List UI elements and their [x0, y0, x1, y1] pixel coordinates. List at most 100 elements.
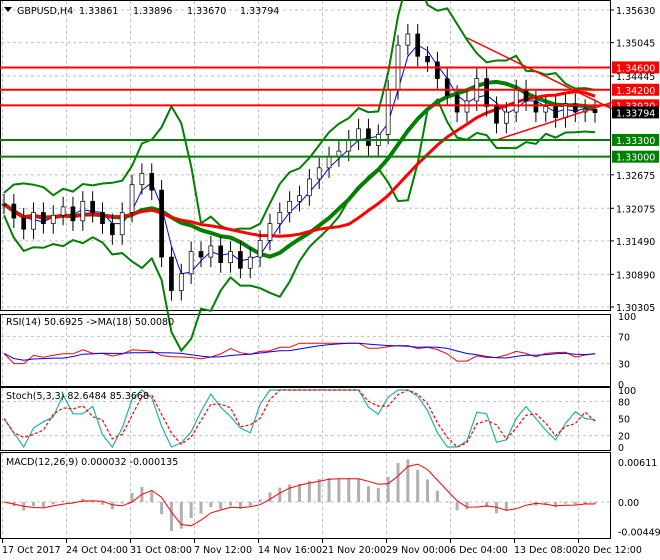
rsi-ma-line	[3, 342, 596, 361]
macd-histogram-bar	[110, 502, 114, 510]
candle-body	[218, 245, 224, 264]
level-price-label: 1.33300	[616, 136, 655, 147]
symbol-label: GBPUSD,H4	[17, 6, 73, 17]
stoch-tick-label: 80	[618, 397, 630, 408]
x-tick-label: 14 Nov 16:00	[258, 545, 322, 556]
macd-histogram-bar	[219, 502, 223, 510]
chart-window: 17 Oct 2017 24 Oct 04:00 31 Oct 08:00 7 Nov…	[0, 0, 660, 560]
macd-histogram-bar	[150, 491, 154, 502]
rsi-label: RSI(14) 50.6925 ->MA(18) 50.0080	[6, 317, 174, 328]
price-axis: 17 Oct 2017 24 Oct 04:00 31 Oct 08:00 7 Nov…	[0, 6, 660, 556]
macd-histogram-bar	[366, 486, 370, 502]
candle-body	[70, 206, 76, 222]
candle-body	[543, 106, 549, 113]
candle-body	[454, 94, 460, 113]
candle-body	[326, 156, 332, 169]
candle-body	[139, 173, 145, 185]
x-tick-label: 24 Oct 04:00	[66, 545, 128, 556]
candle-body	[159, 189, 164, 258]
macd-histogram-bar	[51, 502, 55, 505]
macd-histogram-bar	[209, 502, 213, 508]
candle-body	[228, 251, 233, 264]
macd-label: MACD(12,26,9) 0.000032 -0.000135	[6, 457, 178, 468]
macd-histogram-bar	[189, 502, 193, 518]
macd-histogram-bar	[101, 502, 104, 505]
candle-body	[316, 167, 322, 180]
stoch-label: Stoch(5,3,3) 82.6484 85.3668	[6, 391, 149, 402]
macd-histogram-bar	[268, 492, 272, 502]
y-tick-label: 1.30890	[616, 270, 655, 281]
y-tick-label: 1.35630	[616, 6, 655, 17]
macd-tick-label: 0.00611	[618, 458, 657, 469]
candle-body	[464, 100, 470, 113]
ohlc-open: 1.33861	[79, 6, 118, 17]
macd-histogram-bar	[573, 502, 577, 505]
candle-body	[346, 139, 352, 152]
candle-body	[169, 256, 174, 291]
macd-histogram-bar	[465, 502, 469, 510]
candle-body	[425, 55, 430, 63]
stoch-tick-label: 100	[618, 386, 636, 397]
candle-body	[494, 106, 499, 124]
candle-body	[484, 78, 489, 107]
candle-body	[523, 89, 529, 102]
y-tick-label: 1.32075	[616, 204, 655, 215]
candle-body	[277, 212, 283, 224]
candle-body	[178, 273, 184, 291]
macd-histogram-bar	[435, 490, 439, 502]
macd-histogram-bar	[396, 463, 400, 502]
stoch-tick-label: 0	[618, 443, 624, 454]
candle-body	[31, 212, 36, 230]
y-tick-label: 1.32675	[616, 171, 655, 182]
candle-body	[592, 108, 598, 113]
macd-histogram-bar	[288, 484, 292, 502]
candle-body	[198, 251, 204, 258]
x-tick-label: 31 Oct 08:00	[130, 545, 192, 556]
candle-body	[366, 128, 371, 146]
candle-body	[80, 200, 86, 222]
candle-body	[504, 111, 509, 124]
macd-histogram-bar	[563, 502, 567, 504]
dropdown-triangle-icon[interactable]	[4, 7, 12, 12]
candle-body	[247, 256, 253, 269]
x-tick-label: 6 Dec 04:00	[450, 545, 508, 556]
macd-histogram-bar	[229, 502, 233, 506]
rsi-tick-label: 70	[618, 332, 630, 343]
macd-histogram-bar	[554, 502, 558, 508]
candle-body	[307, 178, 312, 197]
level-price-label: 1.34600	[616, 63, 655, 74]
macd-histogram-bar	[298, 483, 301, 502]
macd-histogram-bar	[337, 479, 341, 502]
candle-body	[267, 223, 273, 241]
candle-body	[297, 195, 302, 202]
macd-histogram-bar	[445, 501, 449, 502]
rsi-line	[3, 342, 596, 365]
ohlc-high: 1.33896	[133, 6, 172, 17]
x-tick-label: 29 Nov 00:00	[386, 545, 450, 556]
x-tick-label: 7 Nov 12:00	[194, 545, 252, 556]
level-price-label: 1.34200	[616, 86, 655, 97]
ohlc-low: 1.33670	[187, 6, 226, 17]
ohlc-close: 1.33794	[240, 6, 279, 17]
candle-body	[100, 212, 105, 224]
candle-body	[109, 223, 115, 236]
macd-histogram-bar	[583, 502, 587, 504]
macd-histogram-bar	[347, 478, 351, 502]
macd-histogram-bar	[426, 479, 430, 502]
stoch-tick-label: 50	[618, 415, 630, 426]
macd-histogram-bar	[41, 502, 45, 508]
candle-body	[513, 89, 519, 113]
candle-body	[444, 78, 450, 96]
macd-histogram-bar	[376, 487, 380, 502]
candle-body	[41, 212, 46, 224]
pane-border	[0, 0, 611, 311]
rsi-tick-label: 100	[618, 312, 636, 323]
macd-histogram-bar	[357, 478, 361, 502]
chart-canvas[interactable]: 17 Oct 2017 24 Oct 04:00 31 Oct 08:00 7 Nov…	[0, 0, 660, 560]
candle-body	[385, 89, 391, 135]
macd-histogram-bar	[317, 479, 321, 502]
macd-histogram-bar	[307, 480, 311, 502]
candle-body	[119, 212, 125, 236]
candle-body	[238, 251, 243, 269]
candle-body	[60, 206, 66, 216]
